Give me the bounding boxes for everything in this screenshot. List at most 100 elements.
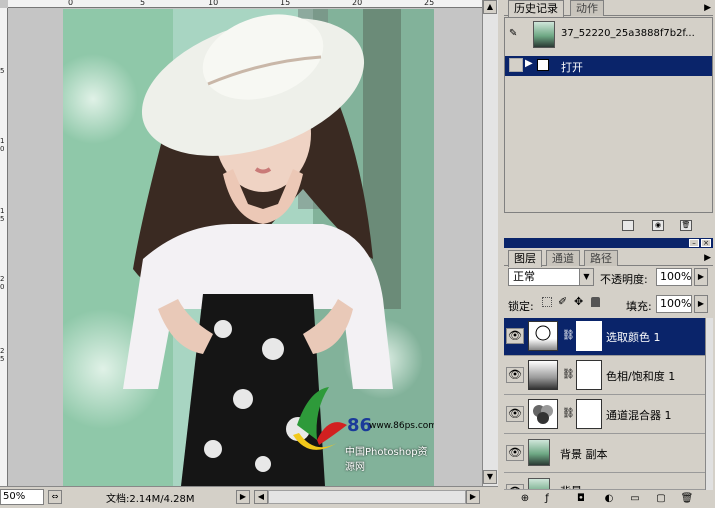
snapshot-thumbnail [533, 21, 555, 48]
link-layers-icon[interactable]: ⊕ [518, 493, 532, 505]
ruler-tick: 5 [0, 215, 5, 223]
scroll-up-arrow[interactable]: ▲ [483, 0, 497, 14]
layer-thumbnail [528, 439, 550, 466]
layer-mask-thumbnail[interactable] [576, 360, 602, 390]
scroll-right-arrow[interactable]: ▶ [466, 490, 480, 504]
panel-dock: 历史记录 动作 ▶ ✎ 37_52220_25a3888f7b2f... ▶ 打… [498, 0, 715, 508]
layers-scrollbar[interactable] [705, 318, 713, 490]
layer-name: 选取颜色 1 [606, 331, 661, 344]
layers-panel-titlebar[interactable]: – × [504, 238, 713, 248]
minimize-icon[interactable]: – [689, 239, 699, 247]
delete-layer-icon[interactable]: 🗑 [680, 493, 694, 505]
blend-mode-select[interactable]: 正常 ▼ [508, 268, 594, 286]
layers-menu-icon[interactable]: ▶ [704, 253, 711, 263]
ruler-tick: 25 [424, 0, 435, 7]
status-bar: 50% ⇔ 文档:2.14M/4.28M ▶ ◀ ▶ [0, 486, 498, 508]
ruler-tick: 0 [68, 0, 74, 7]
history-menu-icon[interactable]: ▶ [704, 3, 711, 13]
history-panel-tabs: 历史记录 动作 ▶ [504, 0, 713, 17]
horizontal-ruler[interactable]: 0 5 10 15 20 25 [8, 0, 490, 8]
canvas-image[interactable]: 86 www.86ps.com 中国Photoshop资源网 [63, 9, 434, 486]
fill-slider-arrow[interactable]: ▶ [694, 295, 708, 313]
visibility-eye-icon[interactable]: 👁 [506, 406, 524, 422]
layer-row-background[interactable]: 👁 背景 [504, 474, 713, 490]
snapshot-name: 37_52220_25a3888f7b2f... [561, 28, 695, 39]
zoom-field[interactable]: 50% [0, 489, 44, 505]
layer-thumbnail [528, 478, 550, 489]
history-snapshot[interactable]: ✎ 37_52220_25a3888f7b2f... [505, 20, 712, 50]
history-brush-source-icon[interactable] [509, 58, 523, 72]
vertical-scrollbar[interactable]: ▲ ▼ [482, 0, 498, 486]
layer-mask-thumbnail[interactable] [576, 399, 602, 429]
delete-state-icon[interactable]: 🗑 [680, 220, 692, 231]
lock-position-icon[interactable]: ✥ [574, 295, 583, 308]
watermark-caption: 中国Photoshop资源网 [345, 447, 428, 473]
channel-mixer-adjustment-icon [528, 399, 558, 429]
status-menu-arrow[interactable]: ▶ [236, 490, 250, 504]
add-mask-icon[interactable]: ◘ [574, 493, 588, 505]
document-window: 0 5 10 15 20 25 5 1 0 1 5 2 0 2 5 86 www… [0, 0, 498, 508]
fill-input[interactable]: 100% [656, 295, 692, 313]
ruler-tick: 5 [0, 355, 5, 363]
history-list[interactable]: ✎ 37_52220_25a3888f7b2f... ▶ 打开 [504, 17, 713, 213]
layer-row-selective-color[interactable]: 👁 ⛓ 选取颜色 1 [504, 318, 713, 356]
layer-row-hue-saturation[interactable]: 👁 ⛓ 色相/饱和度 1 [504, 357, 713, 395]
layer-row-background-copy[interactable]: 👁 背景 副本 [504, 435, 713, 473]
new-document-from-state-icon[interactable] [622, 220, 634, 231]
ruler-tick: 5 [140, 0, 146, 7]
visibility-eye-icon[interactable]: 👁 [506, 445, 524, 461]
chevron-down-icon[interactable]: ▼ [579, 269, 593, 285]
scroll-down-arrow[interactable]: ▼ [483, 470, 497, 484]
tab-actions[interactable]: 动作 [570, 0, 604, 16]
lock-image-icon[interactable]: ✐ [558, 295, 567, 308]
new-adjustment-layer-icon[interactable]: ◐ [602, 493, 616, 505]
visibility-eye-icon[interactable]: 👁 [506, 328, 524, 344]
lock-all-icon[interactable] [591, 297, 600, 307]
layer-name: 通道混合器 1 [606, 409, 672, 422]
layer-mask-thumbnail[interactable] [576, 321, 602, 351]
history-item-open[interactable]: ▶ 打开 [505, 56, 712, 76]
ruler-tick: 2 [0, 275, 5, 283]
watermark-logo-icon [293, 387, 347, 450]
ruler-tick: 10 [208, 0, 219, 7]
document-icon [537, 59, 549, 71]
opacity-input[interactable]: 100% [656, 268, 692, 286]
selective-color-adjustment-icon [528, 321, 558, 351]
vertical-ruler[interactable]: 5 1 0 1 5 2 0 2 5 [0, 8, 8, 486]
blend-mode-value: 正常 [513, 270, 535, 283]
opacity-slider-arrow[interactable]: ▶ [694, 268, 708, 286]
zoom-options-icon[interactable]: ⇔ [48, 490, 62, 504]
layer-style-icon[interactable]: ƒ [540, 493, 554, 505]
document-size-info: 文档:2.14M/4.28M [106, 494, 195, 505]
layers-footer: ⊕ ƒ ◘ ◐ ▭ ▢ 🗑 [504, 490, 713, 508]
mask-link-icon[interactable]: ⛓ [562, 408, 575, 419]
mask-link-icon[interactable]: ⛓ [562, 369, 575, 380]
layer-row-channel-mixer[interactable]: 👁 ⛓ 通道混合器 1 [504, 396, 713, 434]
watermark: 86 www.86ps.com 中国Photoshop资源网 [289, 385, 434, 485]
horizontal-scroll-track[interactable] [268, 490, 466, 504]
tab-channels[interactable]: 通道 [546, 250, 580, 266]
layer-name: 色相/饱和度 1 [606, 370, 676, 383]
tab-layers[interactable]: 图层 [508, 250, 542, 267]
layer-name: 背景 [560, 483, 582, 489]
ruler-tick: 20 [352, 0, 363, 7]
visibility-eye-icon[interactable]: 👁 [506, 367, 524, 383]
new-layer-icon[interactable]: ▢ [654, 493, 668, 505]
mask-link-icon[interactable]: ⛓ [562, 330, 575, 341]
tab-history[interactable]: 历史记录 [508, 0, 564, 17]
ruler-tick: 1 [0, 137, 5, 145]
layers-panel-tabs: 图层 通道 路径 ▶ [504, 250, 713, 267]
lock-label: 锁定: [508, 300, 534, 313]
history-item-label: 打开 [561, 61, 583, 74]
ruler-tick: 5 [0, 67, 5, 75]
snapshot-brush-icon[interactable]: ✎ [509, 28, 517, 39]
close-icon[interactable]: × [701, 239, 711, 247]
scroll-left-arrow[interactable]: ◀ [254, 490, 268, 504]
lock-transparent-icon[interactable] [542, 297, 552, 307]
new-snapshot-icon[interactable]: ◉ [652, 220, 664, 231]
ruler-tick: 15 [280, 0, 291, 7]
fill-label: 填充: [626, 300, 652, 313]
new-group-icon[interactable]: ▭ [628, 493, 642, 505]
tab-paths[interactable]: 路径 [584, 250, 618, 266]
history-footer: ◉ 🗑 [504, 217, 713, 235]
